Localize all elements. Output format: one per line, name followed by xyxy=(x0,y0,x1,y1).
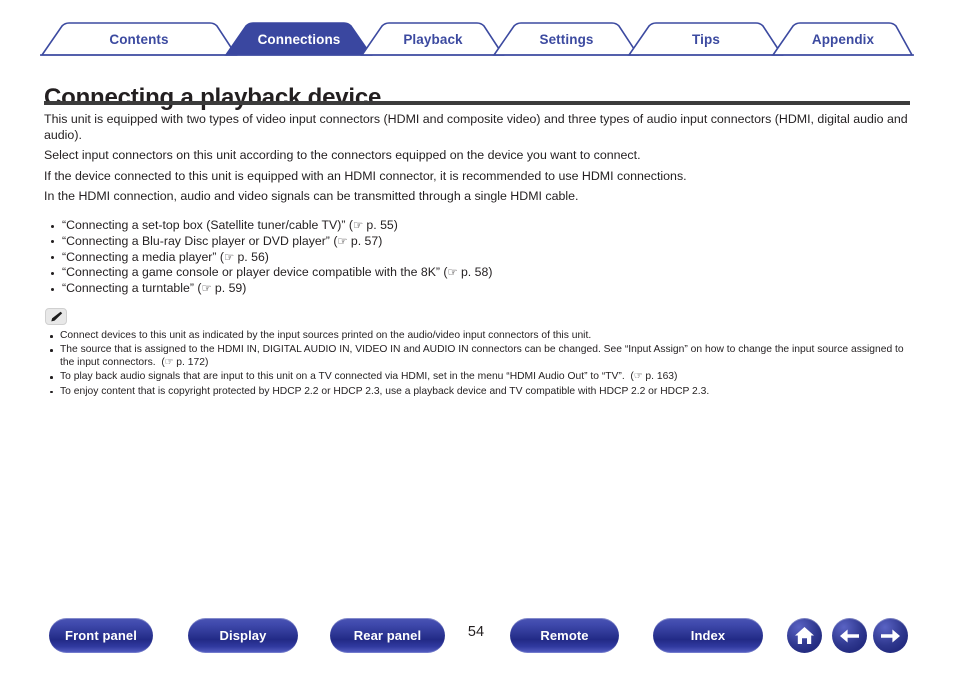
link-text: “Connecting a Blu-ray Disc player or DVD… xyxy=(62,233,330,248)
page-reference[interactable]: p. 55 xyxy=(366,218,393,232)
list-item[interactable]: “Connecting a turntable” (☞ p. 59) xyxy=(46,281,914,297)
front-panel-button-label: Front panel xyxy=(65,628,137,643)
page-reference[interactable]: p. 172 xyxy=(176,357,205,368)
pointing-hand-icon: ☞ xyxy=(224,249,235,264)
list-item[interactable]: “Connecting a Blu-ray Disc player or DVD… xyxy=(46,234,914,250)
link-text: “Connecting a media player” xyxy=(62,249,217,264)
back-arrow-icon xyxy=(840,629,859,642)
pencil-icon xyxy=(50,311,62,322)
rear-panel-button[interactable]: Rear panel xyxy=(330,618,445,653)
page-reference[interactable]: p. 59 xyxy=(215,281,242,295)
tab-appendix[interactable]: Appendix xyxy=(796,22,890,56)
page-reference[interactable]: p. 163 xyxy=(645,371,674,382)
forward-arrow-icon xyxy=(881,629,900,642)
remote-button-label: Remote xyxy=(540,628,589,643)
pointing-hand-icon: ☞ xyxy=(337,233,348,248)
home-icon xyxy=(795,627,814,644)
link-text: “Connecting a set-top box (Satellite tun… xyxy=(62,218,346,232)
index-button-label: Index xyxy=(690,628,726,643)
display-button[interactable]: Display xyxy=(188,618,298,653)
link-text: “Connecting a game console or player dev… xyxy=(62,265,440,280)
rear-panel-button-label: Rear panel xyxy=(353,628,422,643)
intro-paragraph-2: Select input connectors on this unit acc… xyxy=(44,148,641,163)
tab-connections[interactable]: Connections xyxy=(248,22,350,56)
back-button[interactable] xyxy=(832,618,867,653)
note-list: Connect devices to this unit as indicate… xyxy=(46,330,916,400)
page-title: Connecting a playback device xyxy=(44,84,382,112)
pointing-hand-icon: ☞ xyxy=(201,281,212,296)
page-reference[interactable]: p. 56 xyxy=(237,250,264,264)
pointing-hand-icon: ☞ xyxy=(633,371,643,383)
tab-tips[interactable]: Tips xyxy=(652,22,760,56)
page-number: 54 xyxy=(467,624,485,640)
list-item[interactable]: “Connecting a media player” (☞ p. 56) xyxy=(46,250,914,266)
home-button[interactable] xyxy=(787,618,822,653)
intro-text-block: This unit is equipped with two types of … xyxy=(44,112,912,205)
list-item[interactable]: “Connecting a set-top box (Satellite tun… xyxy=(46,218,914,234)
note-text: To play back audio signals that are inpu… xyxy=(60,371,625,383)
note-text: To enjoy content that is copyright prote… xyxy=(60,385,710,397)
list-item[interactable]: To play back audio signals that are inpu… xyxy=(46,371,916,384)
forward-button[interactable] xyxy=(873,618,908,653)
index-button[interactable]: Index xyxy=(653,618,763,653)
tab-bar: Contents Connections Playback Settings T… xyxy=(40,22,914,56)
tab-playback[interactable]: Playback xyxy=(385,22,481,56)
page-reference[interactable]: p. 57 xyxy=(351,234,378,248)
display-button-label: Display xyxy=(219,628,267,643)
title-divider xyxy=(44,101,910,105)
cross-reference-list: “Connecting a set-top box (Satellite tun… xyxy=(46,218,914,297)
pointing-hand-icon: ☞ xyxy=(164,357,174,369)
list-item[interactable]: The source that is assigned to the HDMI … xyxy=(46,344,916,370)
pointing-hand-icon: ☞ xyxy=(352,218,363,232)
intro-paragraph-4: In the HDMI connection, audio and video … xyxy=(44,189,579,204)
page-reference[interactable]: p. 58 xyxy=(461,265,488,279)
list-item: Connect devices to this unit as indicate… xyxy=(46,330,916,343)
intro-paragraph-3: If the device connected to this unit is … xyxy=(44,168,687,183)
list-item: To enjoy content that is copyright prote… xyxy=(46,386,916,399)
note-text: Connect devices to this unit as indicate… xyxy=(60,330,592,341)
list-item[interactable]: “Connecting a game console or player dev… xyxy=(46,265,914,281)
footer-navigation: Front panel Display Rear panel 54 Remote… xyxy=(0,618,954,658)
tab-settings[interactable]: Settings xyxy=(517,22,616,56)
front-panel-button[interactable]: Front panel xyxy=(49,618,153,653)
note-badge xyxy=(45,308,67,325)
tab-contents[interactable]: Contents xyxy=(65,22,213,56)
remote-button[interactable]: Remote xyxy=(510,618,619,653)
link-text: “Connecting a turntable” xyxy=(62,281,194,296)
intro-paragraph-1: This unit is equipped with two types of … xyxy=(44,112,908,142)
pointing-hand-icon: ☞ xyxy=(447,265,458,280)
